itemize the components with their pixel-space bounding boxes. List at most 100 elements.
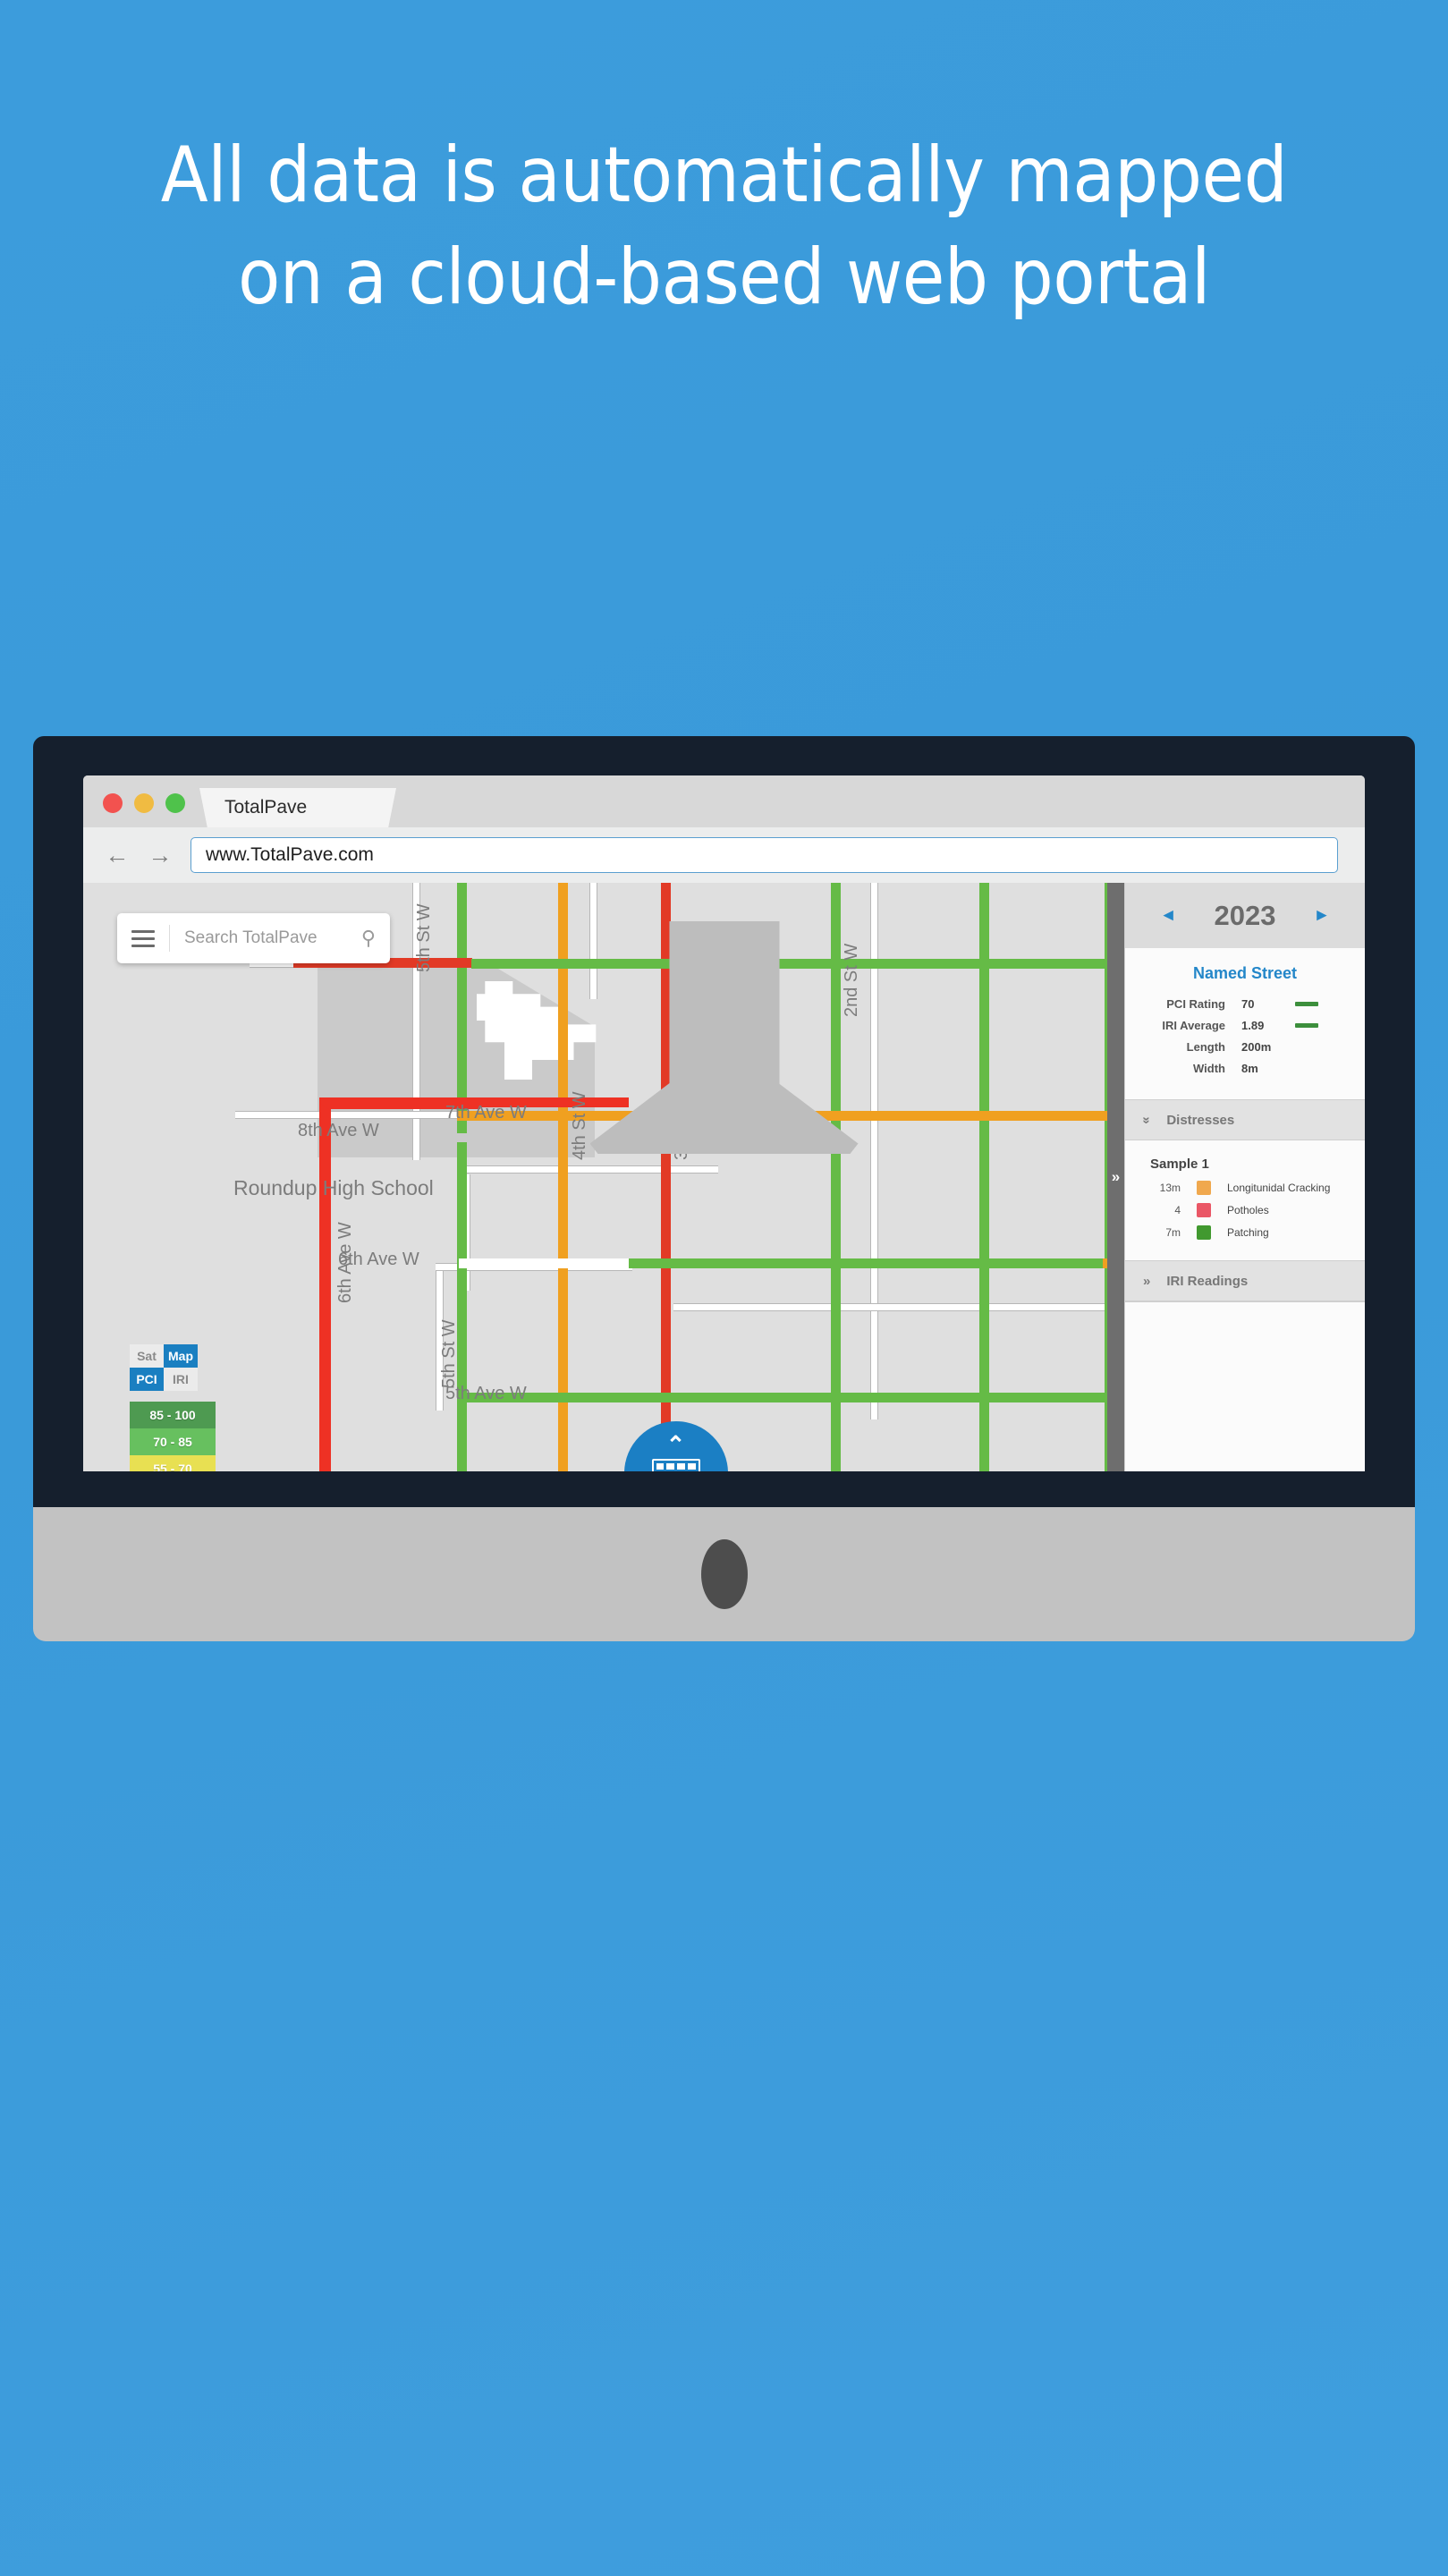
maximize-icon[interactable] — [165, 793, 185, 813]
basemap-toggle-group: Sat Map PCI IRI — [130, 1344, 198, 1391]
base-road — [589, 883, 597, 999]
back-arrow-icon[interactable]: ← — [105, 843, 130, 868]
stat-row: IRI Average 1.89 — [1125, 1019, 1365, 1032]
place-label-school: Roundup High School — [233, 1176, 434, 1199]
base-road — [459, 1165, 718, 1174]
stat-row: Width 8m — [1125, 1062, 1365, 1075]
street-label: 5th St W — [414, 903, 434, 972]
stat-key: Width — [1193, 1062, 1225, 1075]
street-name: Named Street — [1192, 964, 1298, 982]
url-input[interactable]: www.TotalPave.com — [191, 837, 1338, 873]
map-legend: Sat Map PCI IRI 85 - 100 70 - 85 55 - 70… — [130, 1344, 216, 1471]
distresses-section-header[interactable]: » Distresses — [1125, 1099, 1365, 1140]
street-label: 6th Ave W — [335, 1222, 355, 1303]
pci-road-segment[interactable] — [457, 883, 467, 1133]
browser-toolbar: ← → www.TotalPave.com — [83, 827, 1365, 883]
pci-road-segment[interactable] — [457, 1393, 1155, 1402]
iri-readings-title: IRI Readings — [1166, 1273, 1249, 1289]
chevron-double-right-icon: » — [1111, 1168, 1121, 1185]
base-road — [459, 1258, 638, 1268]
pci-road-segment[interactable] — [831, 883, 841, 1471]
monitor-logo — [700, 1539, 748, 1609]
legend-band: 55 - 70 — [130, 1455, 216, 1471]
distress-name: Patching — [1227, 1226, 1269, 1239]
year-selector: ◄ 2023 ► — [1125, 883, 1365, 948]
trend-bar — [1295, 1023, 1318, 1028]
street-label: 8th Ave W — [298, 1121, 379, 1140]
toggle-pci[interactable]: PCI — [130, 1368, 164, 1391]
stat-value: 1.89 — [1241, 1019, 1265, 1032]
search-input[interactable]: Search TotalPave — [184, 928, 361, 948]
calendar-grid-icon — [651, 1458, 700, 1471]
toggle-map[interactable]: Map — [164, 1344, 198, 1368]
pci-road-segment[interactable] — [457, 1142, 467, 1471]
search-icon[interactable]: ⚲ — [361, 927, 376, 950]
minimize-icon[interactable] — [134, 793, 154, 813]
base-road — [673, 1303, 1156, 1311]
pci-road-segment[interactable] — [558, 883, 568, 1471]
distress-row: 13m Longitunidal Cracking — [1125, 1181, 1365, 1195]
browser-titlebar: TotalPave — [83, 775, 1365, 827]
pci-road-segment[interactable] — [979, 883, 989, 1471]
distresses-title: Distresses — [1166, 1112, 1235, 1128]
distress-color-swatch — [1197, 1181, 1211, 1195]
pci-road-segment[interactable] — [471, 959, 1151, 969]
data-table-fab[interactable]: ⌃ — [623, 1421, 728, 1471]
toggle-sat[interactable]: Sat — [130, 1344, 164, 1368]
pci-road-segment[interactable] — [629, 1258, 1103, 1268]
legend-band: 70 - 85 — [130, 1428, 216, 1455]
distress-amount: 13m — [1159, 1182, 1181, 1194]
headline-line-1: All data is automatically mapped — [160, 131, 1288, 220]
window-controls — [103, 793, 185, 827]
page-title: All data is automatically mapped on a cl… — [0, 125, 1448, 328]
street-label: 2nd St W — [842, 943, 861, 1017]
panel-collapse-handle[interactable]: » — [1107, 883, 1124, 1471]
iri-readings-section-header[interactable]: » IRI Readings — [1125, 1260, 1365, 1301]
chevron-up-icon: ⌃ — [665, 1431, 686, 1458]
forward-arrow-icon[interactable]: → — [148, 843, 173, 868]
toggle-iri[interactable]: IRI — [164, 1368, 198, 1391]
next-year-arrow-icon[interactable]: ► — [1313, 906, 1330, 926]
details-panel: ◄ 2023 ► Named Street PCI Rating 70 IRI … — [1124, 883, 1365, 1471]
url-text: www.TotalPave.com — [206, 844, 374, 865]
legend-band: 85 - 100 — [130, 1402, 216, 1428]
pci-scale: 85 - 100 70 - 85 55 - 70 40 - 55 25 - 40… — [130, 1402, 216, 1471]
chevron-double-right-icon: » — [1143, 1273, 1151, 1289]
distress-amount: 7m — [1165, 1226, 1181, 1239]
sample-title: Sample 1 — [1150, 1157, 1209, 1172]
prev-year-arrow-icon[interactable]: ◄ — [1160, 906, 1177, 926]
panel-empty-area — [1125, 1301, 1365, 1471]
street-label: 7th Ave W — [445, 1103, 527, 1123]
stat-value: 200m — [1241, 1040, 1272, 1054]
stat-key: Length — [1186, 1040, 1225, 1054]
monitor-chin — [33, 1507, 1415, 1641]
distresses-body: Sample 1 13m Longitunidal Cracking 4 Pot… — [1125, 1140, 1365, 1260]
chevron-down-icon: » — [1139, 1115, 1155, 1124]
street-label: 4th St W — [570, 1091, 589, 1160]
distress-row: 7m Patching — [1125, 1225, 1365, 1240]
stat-key: IRI Average — [1162, 1019, 1225, 1032]
divider — [169, 925, 170, 952]
browser-tab-label: TotalPave — [224, 797, 308, 818]
distress-amount: 4 — [1174, 1204, 1181, 1216]
hamburger-menu-icon[interactable] — [131, 929, 155, 947]
trend-bar — [1295, 1002, 1318, 1006]
distress-row: 4 Potholes — [1125, 1203, 1365, 1217]
close-icon[interactable] — [103, 793, 123, 813]
street-label: 5th St W — [439, 1319, 459, 1388]
street-summary: Named Street PCI Rating 70 IRI Average 1… — [1125, 948, 1365, 1099]
monitor: TotalPave ← → www.TotalPave.com 8th Ave … — [33, 736, 1415, 1641]
browser-tab[interactable]: TotalPave — [199, 788, 396, 827]
pci-road-segment[interactable] — [319, 1097, 331, 1471]
stat-row: Length 200m — [1125, 1040, 1365, 1054]
distress-color-swatch — [1197, 1203, 1211, 1217]
distress-name: Potholes — [1227, 1204, 1269, 1216]
year-value: 2023 — [1214, 899, 1276, 931]
headline-line-2: on a cloud-based web portal — [237, 232, 1211, 322]
distress-name: Longitunidal Cracking — [1227, 1182, 1331, 1194]
search-bar[interactable]: Search TotalPave ⚲ — [117, 913, 390, 963]
distress-color-swatch — [1197, 1225, 1211, 1240]
stat-value: 8m — [1241, 1062, 1258, 1075]
stat-value: 70 — [1241, 997, 1255, 1011]
stat-key: PCI Rating — [1166, 997, 1225, 1011]
